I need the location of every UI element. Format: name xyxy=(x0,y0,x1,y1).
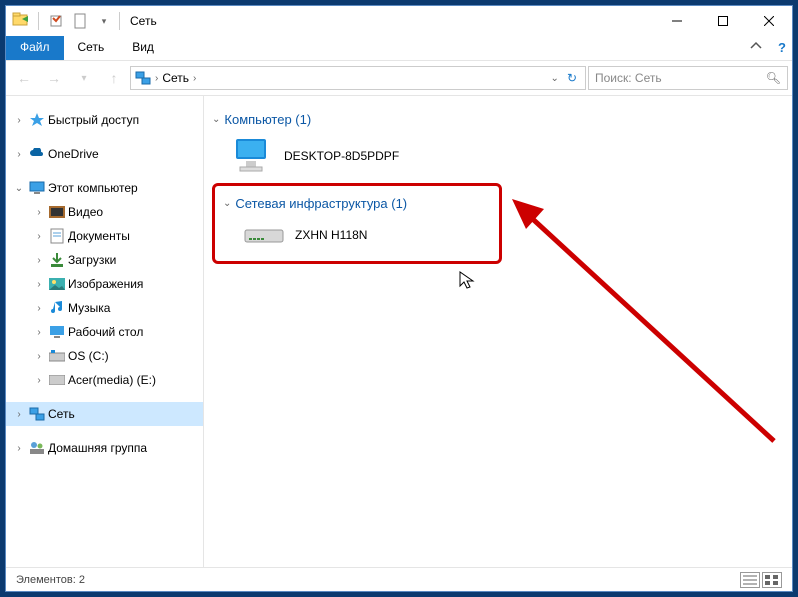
content-pane[interactable]: ⌄Компьютер (1) DESKTOP-8D5PDPF ⌄Сетевая … xyxy=(204,96,792,567)
qat-properties-icon[interactable] xyxy=(45,10,67,32)
status-text: Элементов: 2 xyxy=(16,574,85,586)
chevron-right-icon[interactable]: › xyxy=(193,73,196,84)
sidebar-pictures[interactable]: ›Изображения xyxy=(6,272,203,296)
sidebar-onedrive[interactable]: ›OneDrive xyxy=(6,142,203,166)
search-placeholder: Поиск: Сеть xyxy=(595,71,662,85)
minimize-button[interactable] xyxy=(654,6,700,36)
item-router[interactable]: ZXHN H118N xyxy=(223,217,491,253)
ribbon-tabs: Файл Сеть Вид ? xyxy=(6,36,792,60)
back-button[interactable]: ← xyxy=(10,64,38,92)
forward-button[interactable]: → xyxy=(40,64,68,92)
tab-network[interactable]: Сеть xyxy=(64,36,119,60)
navigation-pane: ›Быстрый доступ ›OneDrive ⌄Этот компьюте… xyxy=(6,96,204,567)
refresh-button[interactable]: ↻ xyxy=(563,71,581,85)
search-input[interactable]: Поиск: Сеть 🔍︎ xyxy=(588,66,788,90)
arrow-annotation xyxy=(504,191,784,451)
tab-file[interactable]: Файл xyxy=(6,36,64,60)
recent-dropdown[interactable]: ▾ xyxy=(70,64,98,92)
view-icons-button[interactable] xyxy=(762,572,782,588)
app-icon xyxy=(10,10,32,32)
explorer-window: ▾ Сеть Файл Сеть Вид ? ← → ▾ ↑ › Сеть › xyxy=(5,5,793,592)
sidebar-music[interactable]: ›Музыка xyxy=(6,296,203,320)
tab-view[interactable]: Вид xyxy=(118,36,168,60)
sidebar-homegroup[interactable]: ›Домашняя группа xyxy=(6,436,203,460)
router-icon xyxy=(243,224,285,246)
sidebar-this-pc[interactable]: ⌄Этот компьютер xyxy=(6,176,203,200)
help-icon[interactable]: ? xyxy=(772,36,792,60)
sidebar-quick-access[interactable]: ›Быстрый доступ xyxy=(6,108,203,132)
ribbon-toggle-icon[interactable] xyxy=(740,36,772,60)
item-label: DESKTOP-8D5PDPF xyxy=(284,149,399,163)
sidebar-drive-c[interactable]: ›OS (C:) xyxy=(6,344,203,368)
maximize-button[interactable] xyxy=(700,6,746,36)
breadcrumb-network[interactable]: Сеть xyxy=(162,71,189,85)
address-dropdown-icon[interactable]: ⌄ xyxy=(547,73,563,84)
highlighted-region: ⌄Сетевая инфраструктура (1) ZXHN H118N xyxy=(212,183,502,264)
search-icon[interactable]: 🔍︎ xyxy=(766,71,781,85)
address-bar[interactable]: › Сеть › ⌄ ↻ xyxy=(130,66,586,90)
close-button[interactable] xyxy=(746,6,792,36)
qat-new-icon[interactable] xyxy=(69,10,91,32)
titlebar: ▾ Сеть xyxy=(6,6,792,36)
sidebar-video[interactable]: ›Видео xyxy=(6,200,203,224)
item-label: ZXHN H118N xyxy=(295,228,367,242)
sidebar-drive-e[interactable]: ›Acer(media) (E:) xyxy=(6,368,203,392)
chevron-down-icon: ⌄ xyxy=(212,114,220,125)
chevron-down-icon: ⌄ xyxy=(223,198,231,209)
up-button[interactable]: ↑ xyxy=(100,64,128,92)
chevron-right-icon: › xyxy=(155,73,158,84)
sidebar-network[interactable]: ›Сеть xyxy=(6,402,203,426)
sidebar-desktop[interactable]: ›Рабочий стол xyxy=(6,320,203,344)
network-location-icon xyxy=(135,70,151,86)
group-header-computer[interactable]: ⌄Компьютер (1) xyxy=(212,112,784,127)
sidebar-documents[interactable]: ›Документы xyxy=(6,224,203,248)
window-title: Сеть xyxy=(130,14,157,28)
qat-dropdown-icon[interactable]: ▾ xyxy=(93,10,115,32)
computer-icon xyxy=(232,137,274,175)
view-details-button[interactable] xyxy=(740,572,760,588)
navbar: ← → ▾ ↑ › Сеть › ⌄ ↻ Поиск: Сеть 🔍︎ xyxy=(6,60,792,96)
cursor-icon xyxy=(459,271,475,291)
status-bar: Элементов: 2 xyxy=(6,567,792,591)
group-header-infra[interactable]: ⌄Сетевая инфраструктура (1) xyxy=(223,196,491,211)
item-computer[interactable]: DESKTOP-8D5PDPF xyxy=(212,133,784,179)
sidebar-downloads[interactable]: ›Загрузки xyxy=(6,248,203,272)
